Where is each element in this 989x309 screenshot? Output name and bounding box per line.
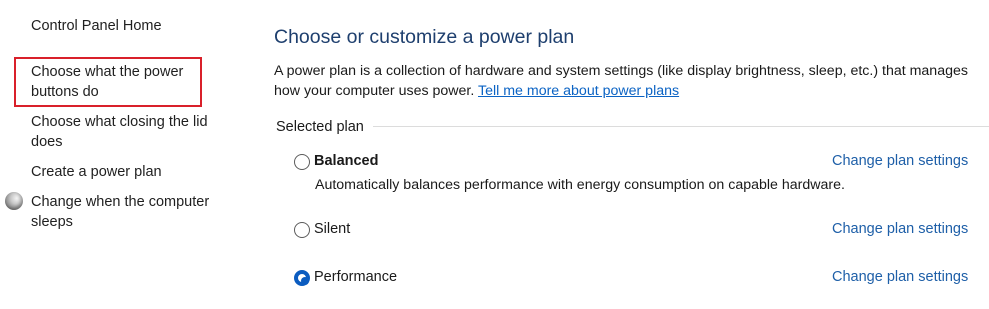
plan-name-silent[interactable]: Silent	[314, 221, 350, 237]
sidebar-item-closing-lid[interactable]: Choose what closing the lid does	[31, 112, 231, 152]
section-divider	[373, 126, 989, 127]
power-options-window: Control Panel Home Choose what the power…	[0, 0, 989, 309]
plan-description-balanced: Automatically balances performance with …	[315, 177, 845, 193]
sidebar-item-computer-sleeps[interactable]: Change when the computer sleeps	[31, 192, 231, 232]
page-title: Choose or customize a power plan	[274, 26, 575, 48]
sidebar: Control Panel Home Choose what the power…	[0, 0, 245, 309]
radio-silent[interactable]	[294, 222, 310, 238]
page-description: A power plan is a collection of hardware…	[274, 61, 974, 101]
moon-icon	[5, 192, 23, 210]
sidebar-item-create-power-plan[interactable]: Create a power plan	[31, 162, 162, 182]
radio-performance[interactable]	[294, 270, 310, 286]
learn-more-link[interactable]: Tell me more about power plans	[478, 83, 679, 99]
change-plan-settings-silent[interactable]: Change plan settings	[832, 221, 968, 237]
plan-name-balanced[interactable]: Balanced	[314, 153, 378, 169]
sidebar-item-power-buttons[interactable]: Choose what the power buttons do	[31, 62, 201, 102]
radio-balanced[interactable]	[294, 154, 310, 170]
change-plan-settings-performance[interactable]: Change plan settings	[832, 269, 968, 285]
sidebar-item-control-panel-home[interactable]: Control Panel Home	[31, 16, 162, 36]
plan-name-performance[interactable]: Performance	[314, 269, 397, 285]
change-plan-settings-balanced[interactable]: Change plan settings	[832, 153, 968, 169]
section-label-selected-plan: Selected plan	[276, 119, 364, 135]
